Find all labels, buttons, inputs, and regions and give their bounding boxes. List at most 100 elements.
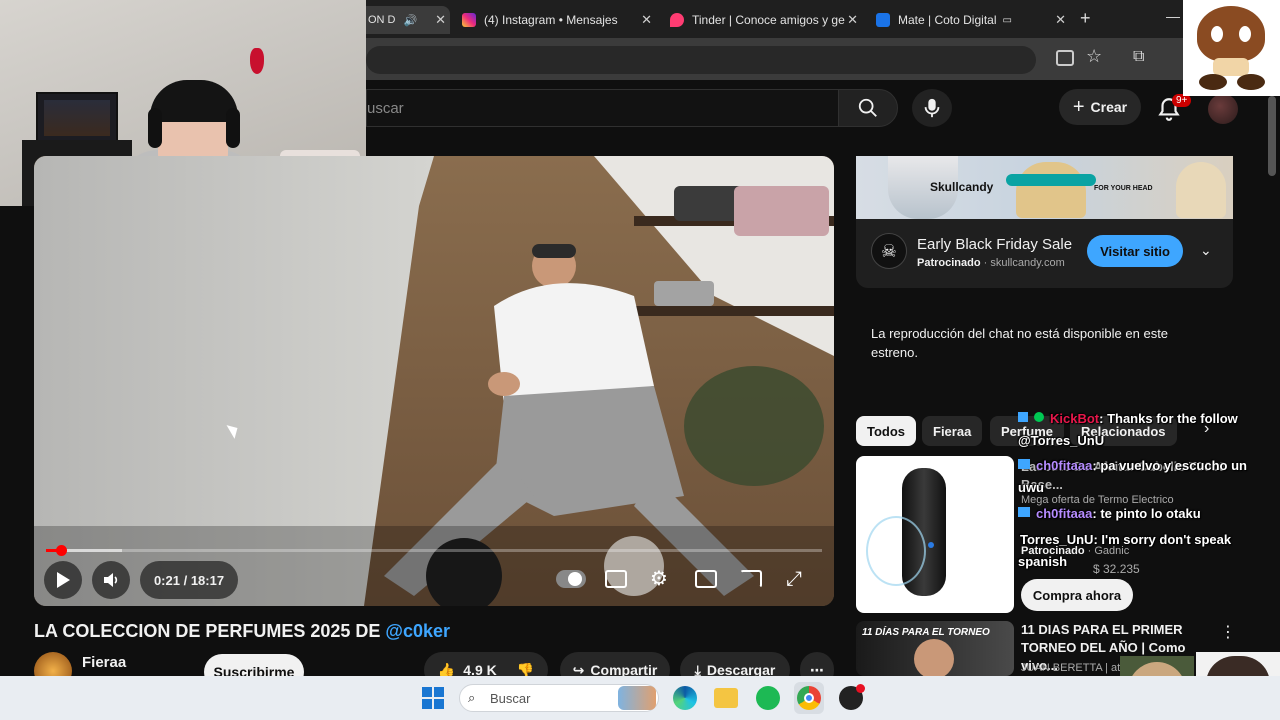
rec-ad-thumbnail[interactable] [856, 456, 1014, 613]
chat-unavailable-message: La reproducción del chat no está disponi… [871, 326, 1169, 360]
chat-badge-icon [1018, 412, 1028, 422]
headphone-right [226, 108, 240, 148]
volume-button[interactable] [92, 561, 130, 599]
thumb-person [914, 639, 954, 676]
minimize-button[interactable]: — [1166, 8, 1180, 24]
trimmer-led [928, 542, 934, 548]
file-explorer-icon[interactable] [714, 688, 738, 708]
close-icon[interactable]: ✕ [641, 12, 652, 28]
video-player[interactable] [34, 156, 834, 606]
close-icon[interactable]: ✕ [1055, 12, 1066, 28]
goomba-foot-left [1199, 74, 1227, 90]
cap [150, 80, 238, 122]
banner-person-center [1016, 162, 1086, 218]
rec-video-thumbnail[interactable]: 11 DÍAS PARA EL TORNEO [856, 621, 1014, 676]
overlay-text: : Thanks for the follow [1099, 411, 1238, 426]
fullscreen-icon[interactable]: ⤢ [786, 568, 802, 591]
goomba-eye-right [1239, 26, 1251, 42]
cast-icon: ▭ [1002, 14, 1012, 26]
play-button[interactable] [44, 561, 82, 599]
create-button[interactable]: + Crear [1059, 89, 1141, 125]
overlay-chat-cont-4: spanish [1018, 554, 1068, 569]
skull-logo-icon[interactable]: ☠ [871, 233, 907, 269]
search-icon: ⌕ [468, 690, 476, 705]
buy-now-button[interactable]: Compra ahora [1021, 579, 1133, 611]
thumb-text: 11 DÍAS PARA EL TORNEO [862, 627, 990, 638]
progress-scrubber[interactable] [55, 545, 67, 556]
sponsored-label: Patrocinado [917, 257, 981, 269]
tab-tinder[interactable]: Tinder | Conoce amigos y ge ✕ [660, 6, 862, 34]
mention-link[interactable]: @c0ker [385, 621, 450, 641]
tab-instagram[interactable]: (4) Instagram • Mensajes ✕ [452, 6, 656, 34]
settings-gear-icon[interactable]: ⚙ [650, 566, 668, 591]
time-display: 0:21 / 18:17 [140, 561, 238, 599]
windows-start-icon[interactable] [422, 687, 444, 709]
overlay-chat-cont-2: uwu [1018, 480, 1044, 495]
extensions-icon[interactable]: ⧉ [1133, 48, 1144, 66]
goomba-body [1213, 58, 1249, 76]
overlay-text: : te pinto lo otaku [1092, 506, 1201, 521]
search-button[interactable] [838, 89, 898, 127]
close-icon[interactable]: ✕ [435, 12, 446, 28]
theater-mode-icon[interactable] [695, 570, 717, 588]
search-input[interactable]: uscar [366, 89, 838, 127]
chip-fieraa[interactable]: Fieraa [922, 416, 983, 446]
chip-all[interactable]: Todos [856, 416, 917, 446]
overlay-user: ch0fitaaa [1036, 506, 1093, 521]
banner-brand: Skullcandy [930, 180, 994, 194]
new-tab-button[interactable]: + [1080, 8, 1091, 29]
overlay-chat-msg-1: KickBot: Thanks for the follow [1050, 411, 1238, 426]
banner-person-right [1176, 162, 1226, 218]
voice-search-button[interactable] [912, 89, 952, 127]
create-label: Crear [1090, 99, 1128, 115]
visit-site-button[interactable]: Visitar sitio [1087, 235, 1183, 267]
autoplay-toggle[interactable] [556, 570, 586, 588]
water-splash [866, 516, 926, 586]
play-icon [57, 572, 70, 588]
time-total: 18:17 [190, 572, 225, 588]
install-app-icon[interactable] [1056, 50, 1074, 66]
omnibox[interactable] [366, 46, 1036, 74]
rec-ad-subtitle: Mega oferta de Termo Electrico [1021, 494, 1174, 506]
obs-icon[interactable] [839, 684, 865, 710]
tab-youtube[interactable]: ON D 🔊 ✕ [358, 6, 450, 34]
chevron-down-icon[interactable]: ⌄ [1200, 242, 1212, 259]
page-scrollbar[interactable] [1268, 96, 1276, 176]
spotify-icon[interactable] [756, 686, 780, 710]
tab-label: Mate | Coto Digital [898, 13, 997, 27]
goomba-foot-right [1237, 74, 1265, 90]
overlay-chat-msg-2: ch0fitaaa: pa vuelvo y escucho un [1036, 458, 1247, 473]
chrome-icon[interactable] [797, 686, 821, 710]
overlay-chat-cont-1: @Torres_UnU [1018, 433, 1105, 448]
search-placeholder: uscar [367, 99, 404, 117]
wall-ornament [250, 48, 264, 74]
tab-coto[interactable]: Mate | Coto Digital ▭ ✕ [866, 6, 1070, 34]
ad-banner[interactable]: Skullcandy FOR YOUR HEAD [856, 156, 1233, 219]
more-vert-icon[interactable]: ⋮ [1220, 622, 1236, 642]
time-separator: / [179, 572, 191, 588]
subtitles-icon[interactable] [605, 570, 627, 588]
cart-icon [876, 13, 890, 27]
star-icon[interactable]: ☆ [1086, 46, 1102, 67]
tab-label: ON D [368, 14, 396, 26]
headphone-left [148, 108, 162, 148]
verified-badge-icon [1034, 412, 1044, 422]
overlay-user: Torres_UnU [1020, 532, 1094, 547]
account-avatar[interactable] [1208, 94, 1238, 124]
tv-screen [36, 92, 118, 144]
time-current: 0:21 [153, 572, 180, 588]
progress-track[interactable] [46, 549, 822, 552]
speaker-icon: 🔊 [403, 14, 418, 27]
overlay-text: : I'm sorry don't speak [1093, 532, 1232, 547]
edge-icon[interactable] [673, 686, 697, 710]
channel-name[interactable]: Fieraa [82, 654, 126, 671]
instagram-icon [462, 13, 476, 27]
cast-icon[interactable] [740, 570, 762, 588]
video-title: LA COLECCION DE PERFUMES 2025 DE @c0ker [34, 621, 450, 642]
ad-title[interactable]: Early Black Friday Sale [917, 236, 1072, 253]
search-label: Buscar [490, 690, 531, 706]
close-icon[interactable]: ✕ [847, 12, 858, 28]
volume-icon [104, 573, 118, 587]
tab-label: (4) Instagram • Mensajes [484, 13, 618, 27]
overlay-text: : pa vuelvo y escucho un [1092, 458, 1247, 473]
